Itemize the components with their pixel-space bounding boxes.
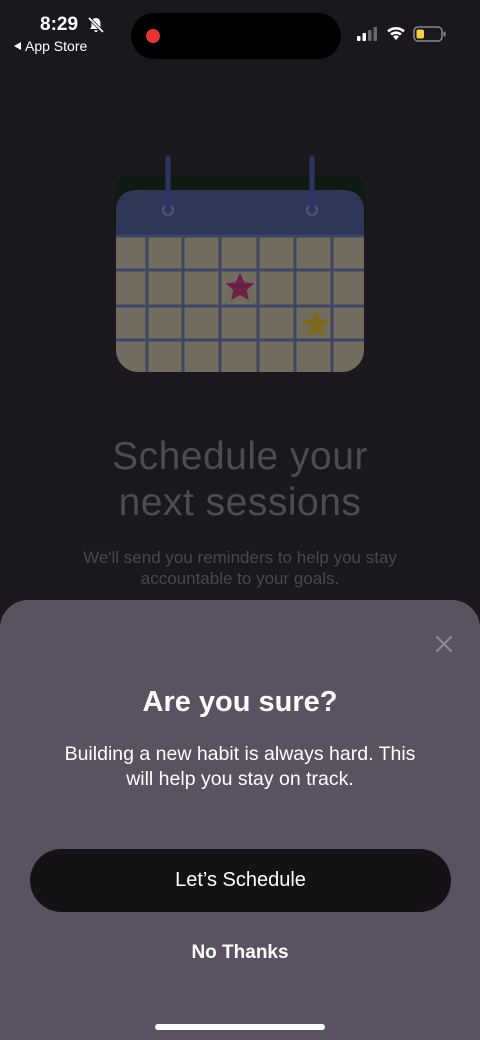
calendar-illustration — [114, 155, 366, 372]
sheet-body: Building a new habit is always hard. Thi… — [30, 742, 450, 792]
background-title-line-1: Schedule your — [112, 435, 368, 478]
background-title: Schedule your next sessions — [0, 434, 480, 526]
confirmation-sheet: Are you sure? Building a new habit is al… — [0, 600, 480, 1040]
status-time: 8:29 — [40, 14, 79, 35]
background-subtitle-line-1: We'll send you reminders to help you sta… — [83, 548, 397, 567]
home-indicator[interactable] — [155, 1024, 325, 1030]
back-to-app-store[interactable]: App Store — [14, 38, 87, 54]
status-bar: 8:29 App Store — [0, 0, 480, 60]
back-app-label: App Store — [25, 38, 88, 54]
lets-schedule-button[interactable]: Let’s Schedule — [30, 849, 451, 912]
no-thanks-button[interactable]: No Thanks — [140, 936, 340, 970]
wifi-icon — [387, 26, 405, 40]
battery-icon — [413, 26, 446, 42]
sheet-body-line-2: will help you stay on track. — [126, 768, 354, 790]
background-title-line-2: next sessions — [118, 481, 362, 524]
sheet-body-line-1: Building a new habit is always hard. Thi… — [64, 743, 416, 765]
recording-indicator-icon — [146, 29, 160, 43]
bell-off-icon — [87, 16, 105, 34]
signal-icon — [357, 27, 377, 41]
dynamic-island — [131, 13, 341, 59]
back-arrow-icon — [14, 42, 21, 50]
background-subtitle: We'll send you reminders to help you sta… — [40, 547, 440, 589]
sheet-title: Are you sure? — [142, 686, 338, 718]
background-subtitle-line-2: accountable to your goals. — [140, 569, 340, 588]
close-icon[interactable] — [430, 630, 458, 658]
